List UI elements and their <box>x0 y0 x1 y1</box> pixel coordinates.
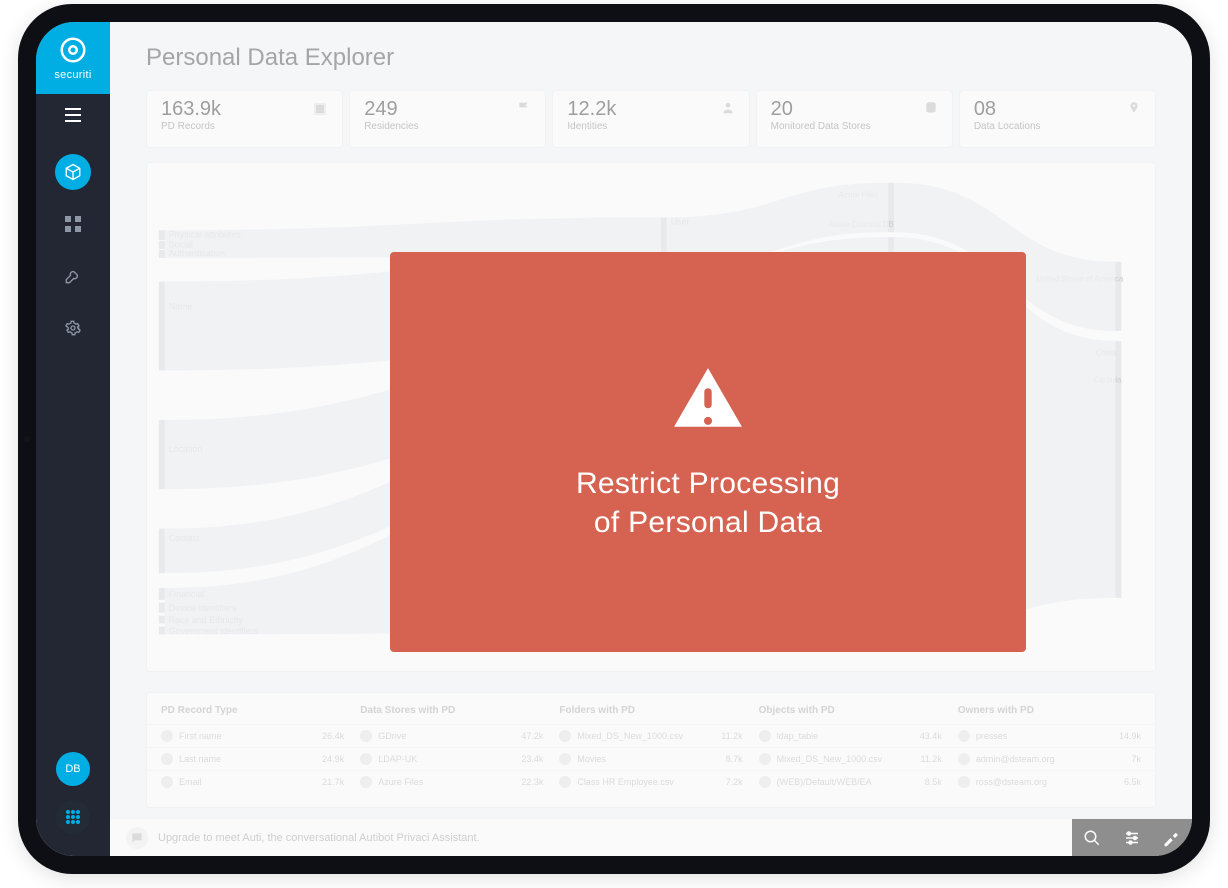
table-row[interactable]: Email21.7k Azure Files22.3k Class HR Emp… <box>147 770 1155 793</box>
cube-icon <box>64 163 82 181</box>
user-avatar[interactable]: DB <box>56 752 90 786</box>
stats-row: 163.9kPD Records 249Residencies 12.2kIde… <box>146 90 1156 148</box>
assistant-upsell[interactable]: Upgrade to meet Auti, the conversational… <box>126 827 480 849</box>
owner-icon <box>958 730 970 742</box>
brand-block[interactable]: securiti <box>36 22 110 94</box>
gear-icon <box>65 320 81 336</box>
apps-icon <box>65 809 81 825</box>
th-objects[interactable]: Objects with PD <box>751 705 950 716</box>
object-icon <box>759 730 771 742</box>
main-area: Personal Data Explorer 163.9kPD Records … <box>110 22 1192 856</box>
stat-identities[interactable]: 12.2kIdentities <box>552 90 749 148</box>
stat-datastores[interactable]: 20Monitored Data Stores <box>756 90 953 148</box>
database-icon <box>924 101 938 120</box>
nav-tools[interactable] <box>55 258 91 294</box>
filter-button[interactable] <box>1112 819 1152 856</box>
object-icon <box>759 776 771 788</box>
pd-table: PD Record Type Data Stores with PD Folde… <box>146 692 1156 808</box>
footer-bar: Upgrade to meet Auti, the conversational… <box>110 818 1192 856</box>
restrict-processing-modal[interactable]: Restrict Processingof Personal Data <box>390 252 1026 652</box>
store-icon <box>360 753 372 765</box>
modal-message: Restrict Processingof Personal Data <box>576 464 840 542</box>
person-icon <box>721 101 735 120</box>
nav-dashboard[interactable] <box>55 206 91 242</box>
chat-icon <box>126 827 148 849</box>
menu-toggle[interactable] <box>36 94 110 136</box>
stat-pd-records[interactable]: 163.9kPD Records <box>146 90 343 148</box>
nav-explorer[interactable] <box>55 154 91 190</box>
th-owners[interactable]: Owners with PD <box>950 705 1149 716</box>
wrench-icon <box>65 268 81 284</box>
object-icon <box>759 753 771 765</box>
stat-locations[interactable]: 08Data Locations <box>959 90 1156 148</box>
grid-icon <box>65 216 81 232</box>
apps-button[interactable] <box>56 800 90 834</box>
table-row[interactable]: Last name24.9k LDAP-UK23.4k Movies8.7k M… <box>147 747 1155 770</box>
folder-icon <box>559 730 571 742</box>
record-icon <box>161 730 173 742</box>
store-icon <box>360 730 372 742</box>
assistant-text: Upgrade to meet Auti, the conversational… <box>158 832 480 844</box>
th-folders[interactable]: Folders with PD <box>551 705 750 716</box>
build-button[interactable] <box>1152 819 1192 856</box>
flag-icon <box>517 101 531 120</box>
sliders-icon <box>1123 829 1141 847</box>
folder-icon <box>559 776 571 788</box>
brand-text: securiti <box>54 69 91 81</box>
stat-residencies[interactable]: 249Residencies <box>349 90 546 148</box>
brand-icon <box>58 35 88 65</box>
search-icon <box>1083 829 1101 847</box>
record-icon <box>161 753 173 765</box>
warning-icon <box>671 362 745 436</box>
store-icon <box>360 776 372 788</box>
pin-icon <box>1127 101 1141 120</box>
hammer-icon <box>1163 829 1181 847</box>
hamburger-icon <box>65 108 81 122</box>
nav-settings[interactable] <box>55 310 91 346</box>
folder-icon <box>559 753 571 765</box>
owner-icon <box>958 753 970 765</box>
record-icon <box>161 776 173 788</box>
table-row[interactable]: First name26.4k GDrive47.2k Mixed_DS_New… <box>147 724 1155 747</box>
sidebar: securiti <box>36 22 110 856</box>
records-icon <box>312 101 328 122</box>
page-title: Personal Data Explorer <box>146 44 394 72</box>
th-record-type[interactable]: PD Record Type <box>153 705 352 716</box>
th-datastores[interactable]: Data Stores with PD <box>352 705 551 716</box>
owner-icon <box>958 776 970 788</box>
search-button[interactable] <box>1072 819 1112 856</box>
